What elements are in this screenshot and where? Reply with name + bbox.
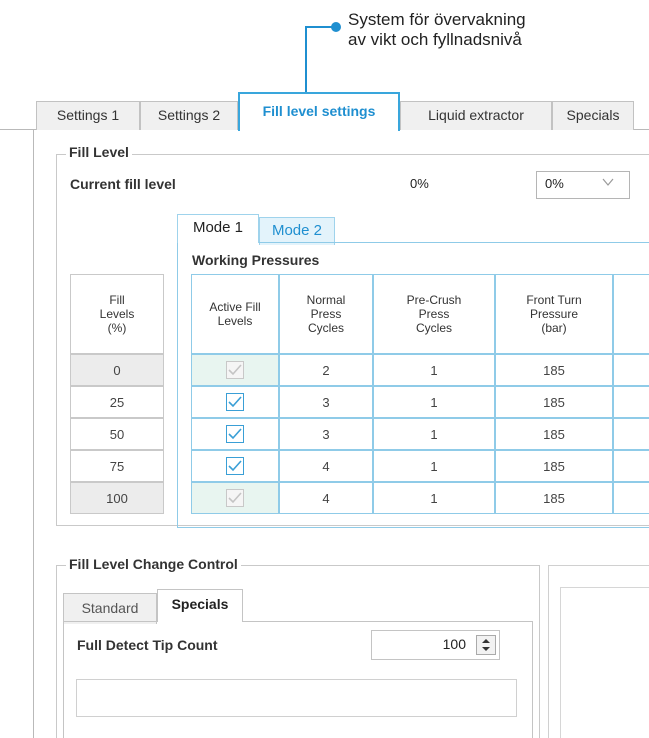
empty-field	[76, 679, 517, 717]
check-icon[interactable]	[226, 457, 244, 475]
callout-line	[305, 26, 307, 92]
fill-level-row-header: 75	[70, 450, 164, 482]
tab-fill-level-settings[interactable]: Fill level settings	[238, 92, 400, 131]
pressure-cell: 185	[495, 418, 613, 450]
pressure-cell: 185	[495, 482, 613, 514]
callout-line-1: System för övervakning	[348, 10, 526, 29]
active-fill-level-checkbox[interactable]	[191, 450, 279, 482]
precrush-cell: 1	[373, 354, 495, 386]
check-icon[interactable]	[226, 361, 244, 379]
precrush-cell: 1	[373, 418, 495, 450]
tab-liquid-extractor[interactable]: Liquid extractor	[400, 101, 552, 130]
tab-settings-2[interactable]: Settings 2	[140, 101, 238, 130]
pressure-cell: 185	[495, 386, 613, 418]
callout-line-2: av vikt och fyllnadsnivå	[348, 30, 522, 49]
callout-dot	[331, 22, 341, 32]
current-fill-level-label: Current fill level	[70, 176, 176, 192]
spinner-icon[interactable]	[476, 635, 496, 655]
fill-level-change-control-title: Fill Level Change Control	[66, 556, 241, 572]
active-fill-levels-header: Active Fill Levels	[191, 274, 279, 354]
tab-specials[interactable]: Specials	[552, 101, 634, 130]
normal-cell: 2	[279, 354, 373, 386]
precrush-cell: 1	[373, 482, 495, 514]
check-icon[interactable]	[226, 425, 244, 443]
fill-level-select-value: 0%	[545, 176, 564, 191]
overflow-cell	[613, 482, 649, 514]
tab-mode-1[interactable]: Mode 1	[177, 214, 259, 243]
fill-level-row-header: 100	[70, 482, 164, 514]
pressure-cell: 185	[495, 354, 613, 386]
current-fill-level-value: 0%	[410, 176, 429, 191]
fill-level-row-header: 25	[70, 386, 164, 418]
overflow-cell	[613, 354, 649, 386]
tab-settings-1[interactable]: Settings 1	[36, 101, 140, 130]
overflow-cell	[613, 418, 649, 450]
tab-standard[interactable]: Standard	[63, 593, 157, 624]
precrush-cell: 1	[373, 450, 495, 482]
normal-press-cycles-header: Normal Press Cycles	[279, 274, 373, 354]
tab-mode-2[interactable]: Mode 2	[259, 217, 335, 245]
precrush-cell: 1	[373, 386, 495, 418]
tab-specials-lower[interactable]: Specials	[157, 589, 243, 622]
normal-cell: 3	[279, 386, 373, 418]
overflow-cell	[613, 386, 649, 418]
full-detect-tip-count-value: 100	[442, 636, 466, 652]
front-turn-pressure-header: Front Turn Pressure (bar)	[495, 274, 613, 354]
check-icon[interactable]	[226, 489, 244, 507]
normal-cell: 4	[279, 482, 373, 514]
callout-text: System för övervakning av vikt och fylln…	[348, 10, 628, 50]
chevron-down-icon[interactable]	[602, 175, 614, 190]
normal-cell: 4	[279, 450, 373, 482]
right-inner-box	[560, 587, 649, 738]
table-overflow-column	[613, 274, 649, 354]
pre-crush-press-cycles-header: Pre-Crush Press Cycles	[373, 274, 495, 354]
normal-cell: 3	[279, 418, 373, 450]
pressure-cell: 185	[495, 450, 613, 482]
active-fill-level-checkbox[interactable]	[191, 482, 279, 514]
active-fill-level-checkbox[interactable]	[191, 354, 279, 386]
overflow-cell	[613, 450, 649, 482]
fill-level-group-title: Fill Level	[66, 144, 132, 160]
check-icon[interactable]	[226, 393, 244, 411]
working-pressures-title: Working Pressures	[192, 252, 320, 268]
active-fill-level-checkbox[interactable]	[191, 386, 279, 418]
active-fill-level-checkbox[interactable]	[191, 418, 279, 450]
fill-level-row-header: 50	[70, 418, 164, 450]
fill-levels-header: Fill Levels (%)	[70, 274, 164, 354]
fill-level-row-header: 0	[70, 354, 164, 386]
full-detect-tip-count-label: Full Detect Tip Count	[77, 637, 218, 653]
